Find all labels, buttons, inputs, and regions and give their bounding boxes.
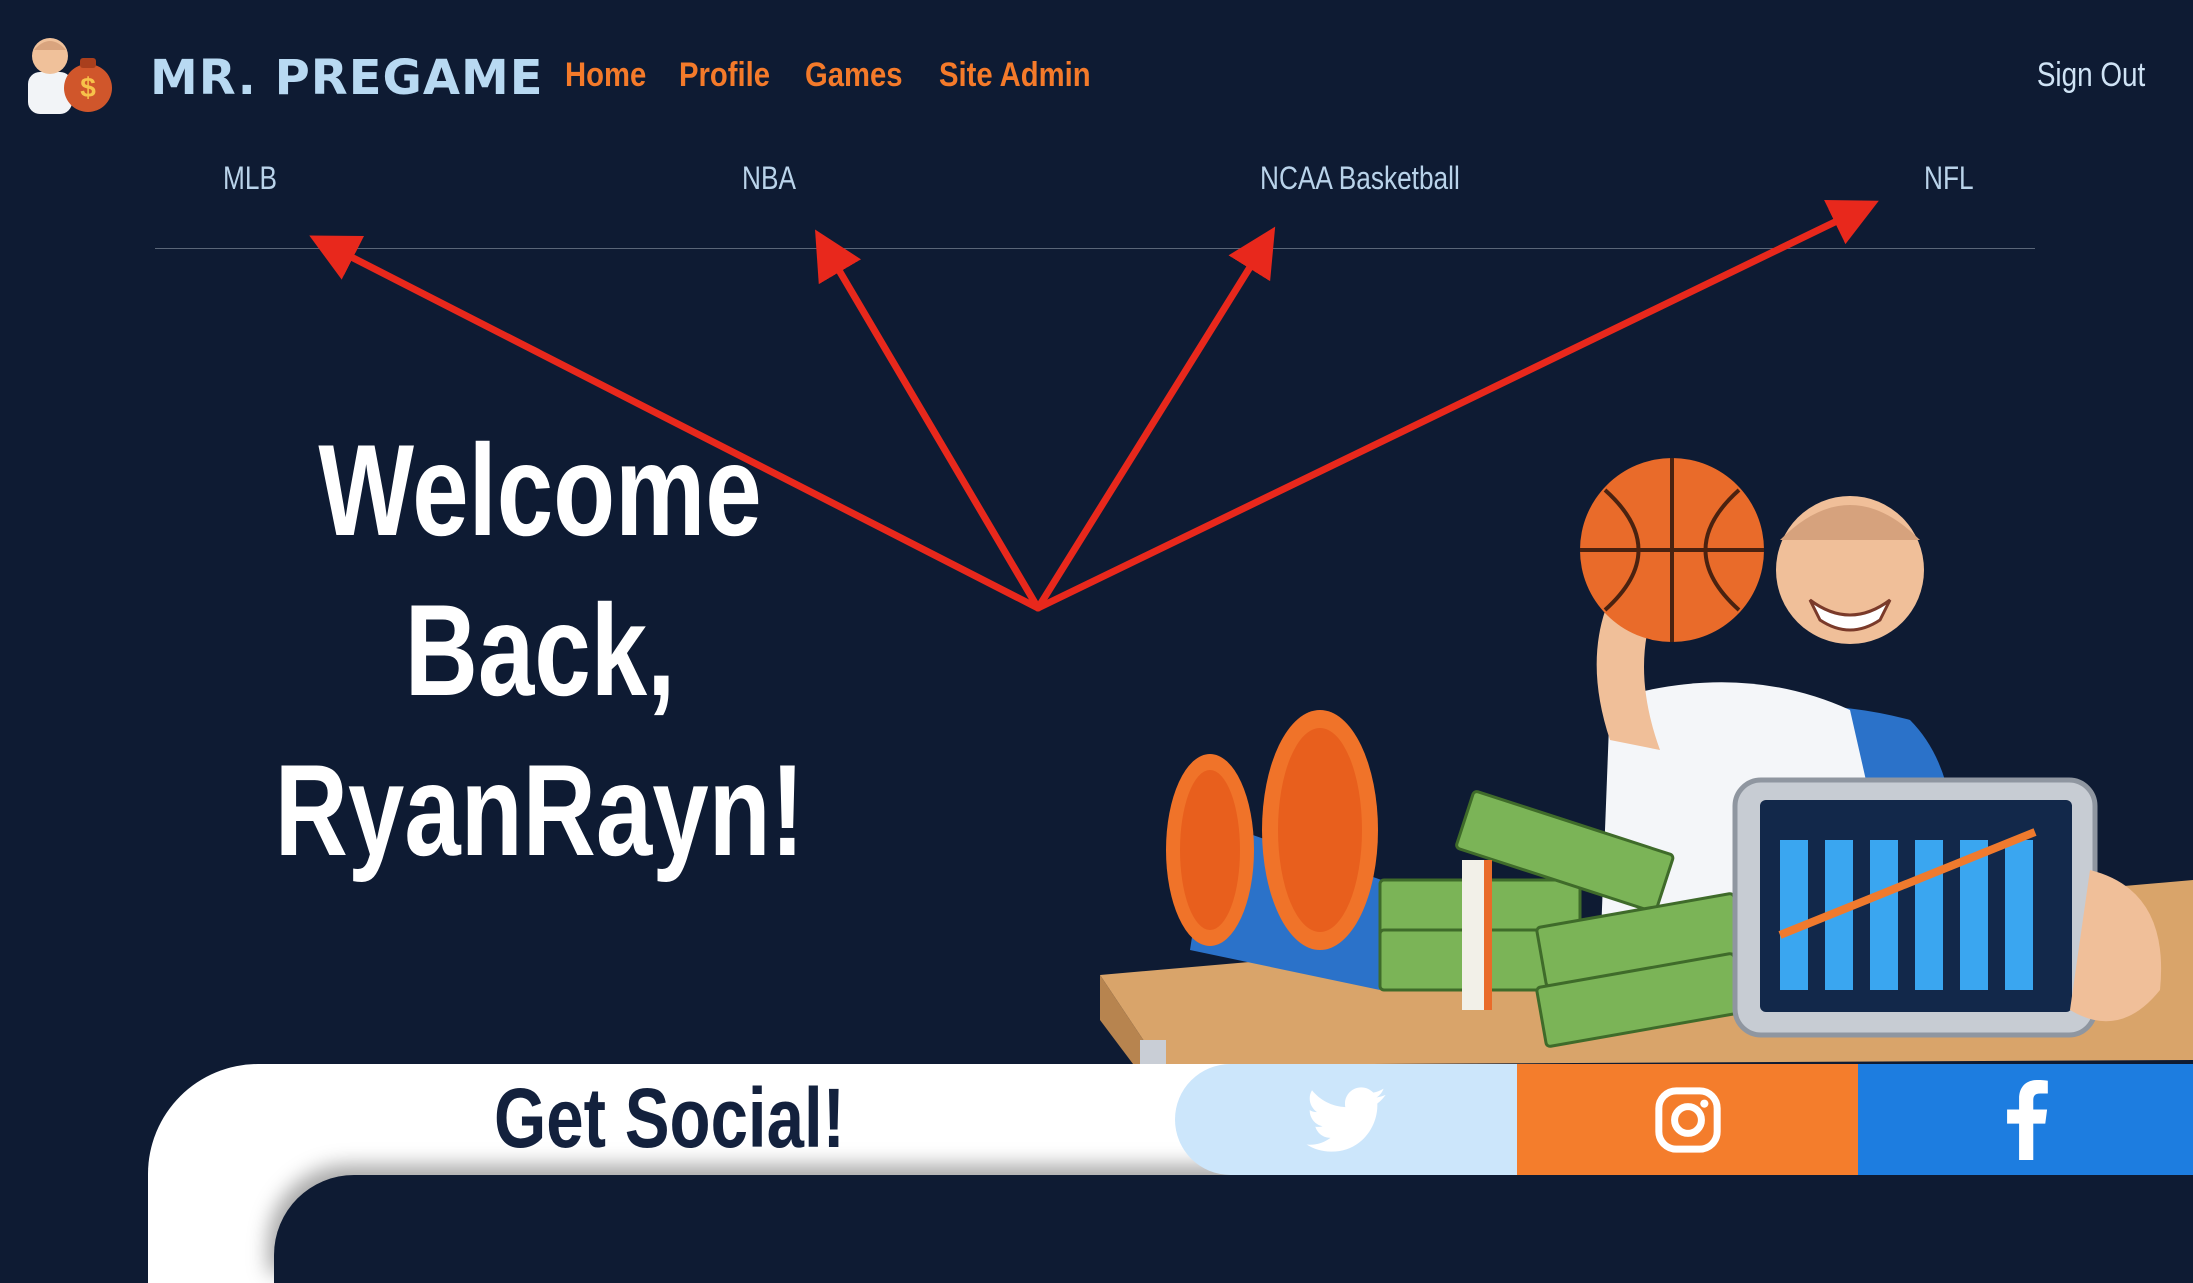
- facebook-button[interactable]: [1858, 1064, 2193, 1175]
- twitter-icon: [1306, 1086, 1386, 1152]
- twitter-button[interactable]: [1175, 1064, 1517, 1175]
- social-panel-inner: [274, 1175, 2193, 1283]
- instagram-icon: [1654, 1086, 1721, 1153]
- facebook-icon: [2006, 1079, 2048, 1160]
- instagram-button[interactable]: [1517, 1064, 1858, 1175]
- get-social-heading: Get Social!: [494, 1071, 846, 1165]
